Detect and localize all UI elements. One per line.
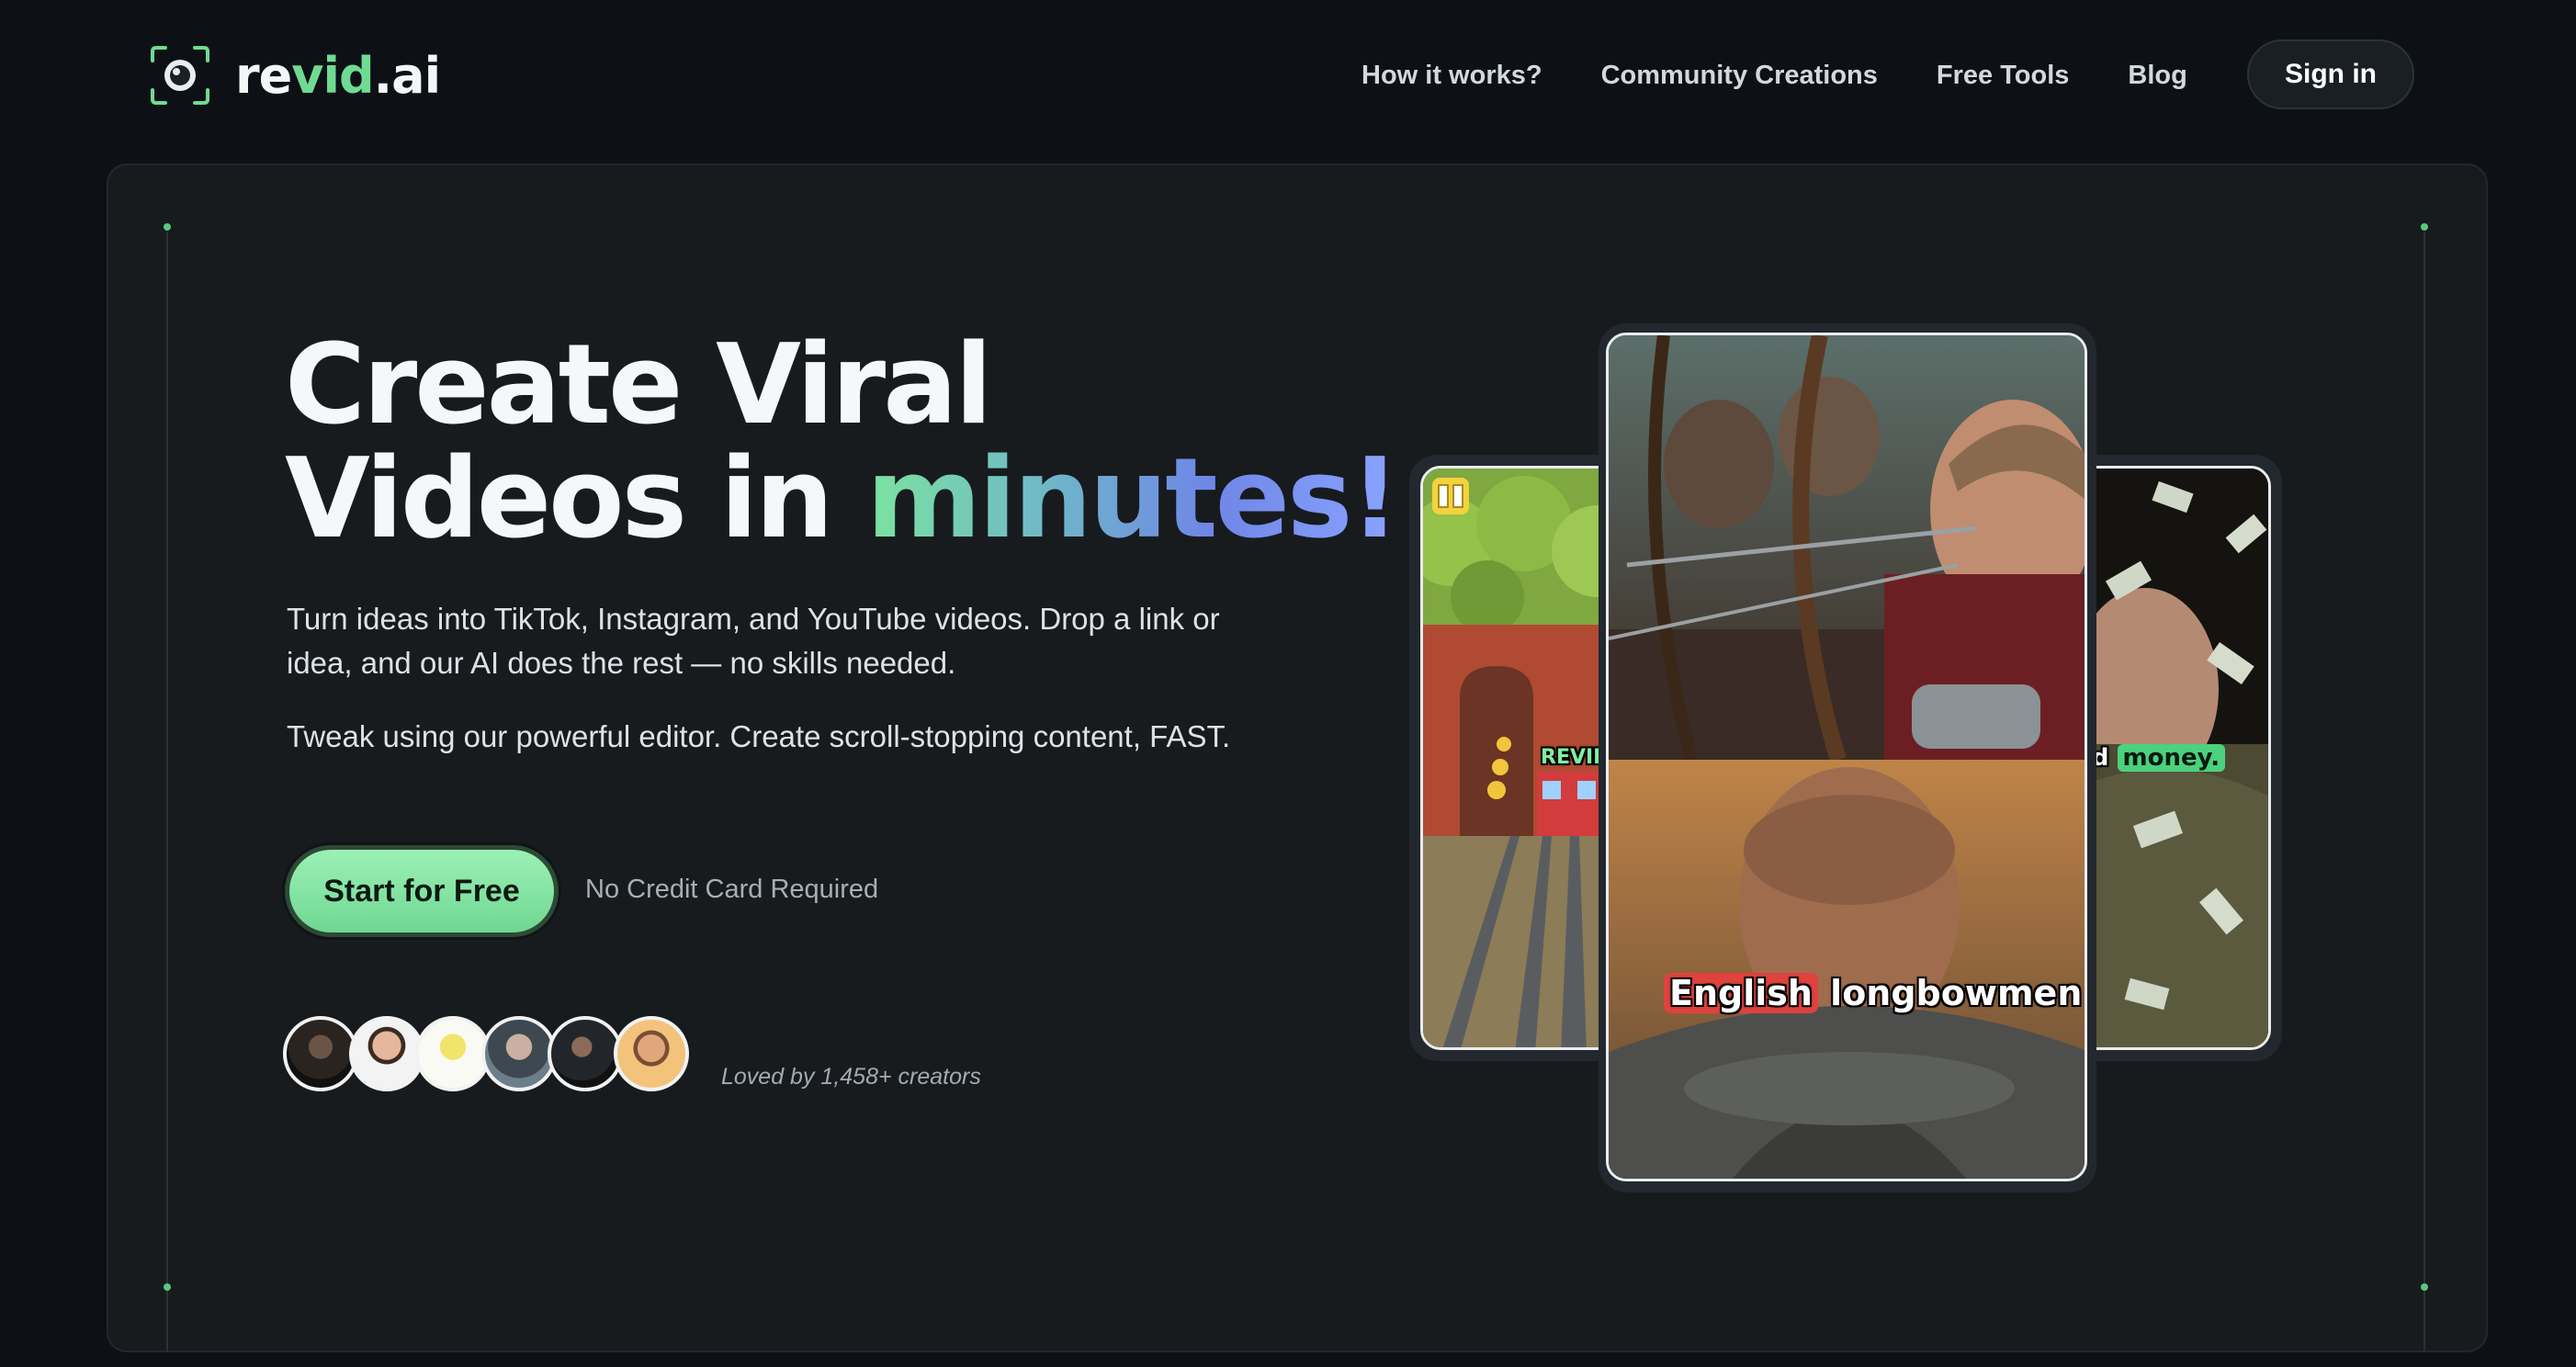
video-preview-center[interactable]: English longbowmen [1606, 333, 2087, 1181]
avatar [349, 1016, 424, 1091]
top-navigation-bar: revid.ai How it works? Community Creatio… [0, 0, 2576, 151]
brand-name-part1: re [235, 46, 292, 105]
hero-title-plain: Videos in [285, 435, 867, 563]
hero-subdescription: Tweak using our powerful editor. Create … [287, 719, 1231, 753]
video-caption-center: English longbowmen [1664, 973, 2082, 1013]
avatar [283, 1016, 358, 1091]
nav-community-creations[interactable]: Community Creations [1601, 61, 1878, 91]
avatar [548, 1016, 623, 1091]
nav-blog[interactable]: Blog [2128, 61, 2186, 91]
brand-name-accent: vid [291, 46, 374, 105]
decor-dot [2421, 223, 2428, 231]
avatar [614, 1016, 689, 1091]
eye-camera-icon [151, 46, 209, 105]
avatar [415, 1016, 491, 1091]
video-preview-left[interactable]: REVID. [1420, 466, 1622, 1050]
video-preview-right[interactable]: od money. [2069, 466, 2271, 1050]
caption-highlight: money. [2117, 744, 2226, 772]
decor-dot [164, 223, 171, 231]
social-proof-text: Loved by 1,458+ creators [721, 1064, 981, 1090]
pause-icon[interactable] [1432, 478, 1469, 514]
sign-in-button[interactable]: Sign in [2247, 40, 2414, 109]
decor-line-left [166, 232, 168, 1352]
start-for-free-button[interactable]: Start for Free [285, 845, 559, 937]
archer-video-thumbnail [1609, 335, 2085, 1179]
hero-title-line1: Create Viral [285, 322, 992, 449]
decor-line-right [2423, 232, 2425, 1352]
video-caption-right: od money. [2075, 744, 2226, 772]
no-credit-card-note: No Credit Card Required [585, 875, 879, 904]
brand-logo[interactable]: revid.ai [149, 40, 441, 110]
nav-free-tools[interactable]: Free Tools [1937, 61, 2070, 91]
nav-how-it-works[interactable]: How it works? [1361, 61, 1542, 91]
caption-highlight: English [1664, 973, 1818, 1013]
caption-rest: longbowmen [1817, 973, 2083, 1013]
brand-name-part2: .ai [373, 46, 441, 105]
hero-title: Create Viral Videos in minutes! [285, 322, 1400, 557]
hero-title-line2: Videos in minutes! [285, 443, 1400, 557]
decor-dot [164, 1283, 171, 1291]
hero-title-gradient: minutes! [866, 435, 1400, 563]
main-nav: How it works? Community Creations Free T… [1361, 40, 2246, 110]
brand-wordmark: revid.ai [235, 46, 441, 105]
decor-dot [2421, 1283, 2428, 1291]
avatar [481, 1016, 557, 1091]
hero-description: Turn ideas into TikTok, Instagram, and Y… [287, 602, 1220, 680]
